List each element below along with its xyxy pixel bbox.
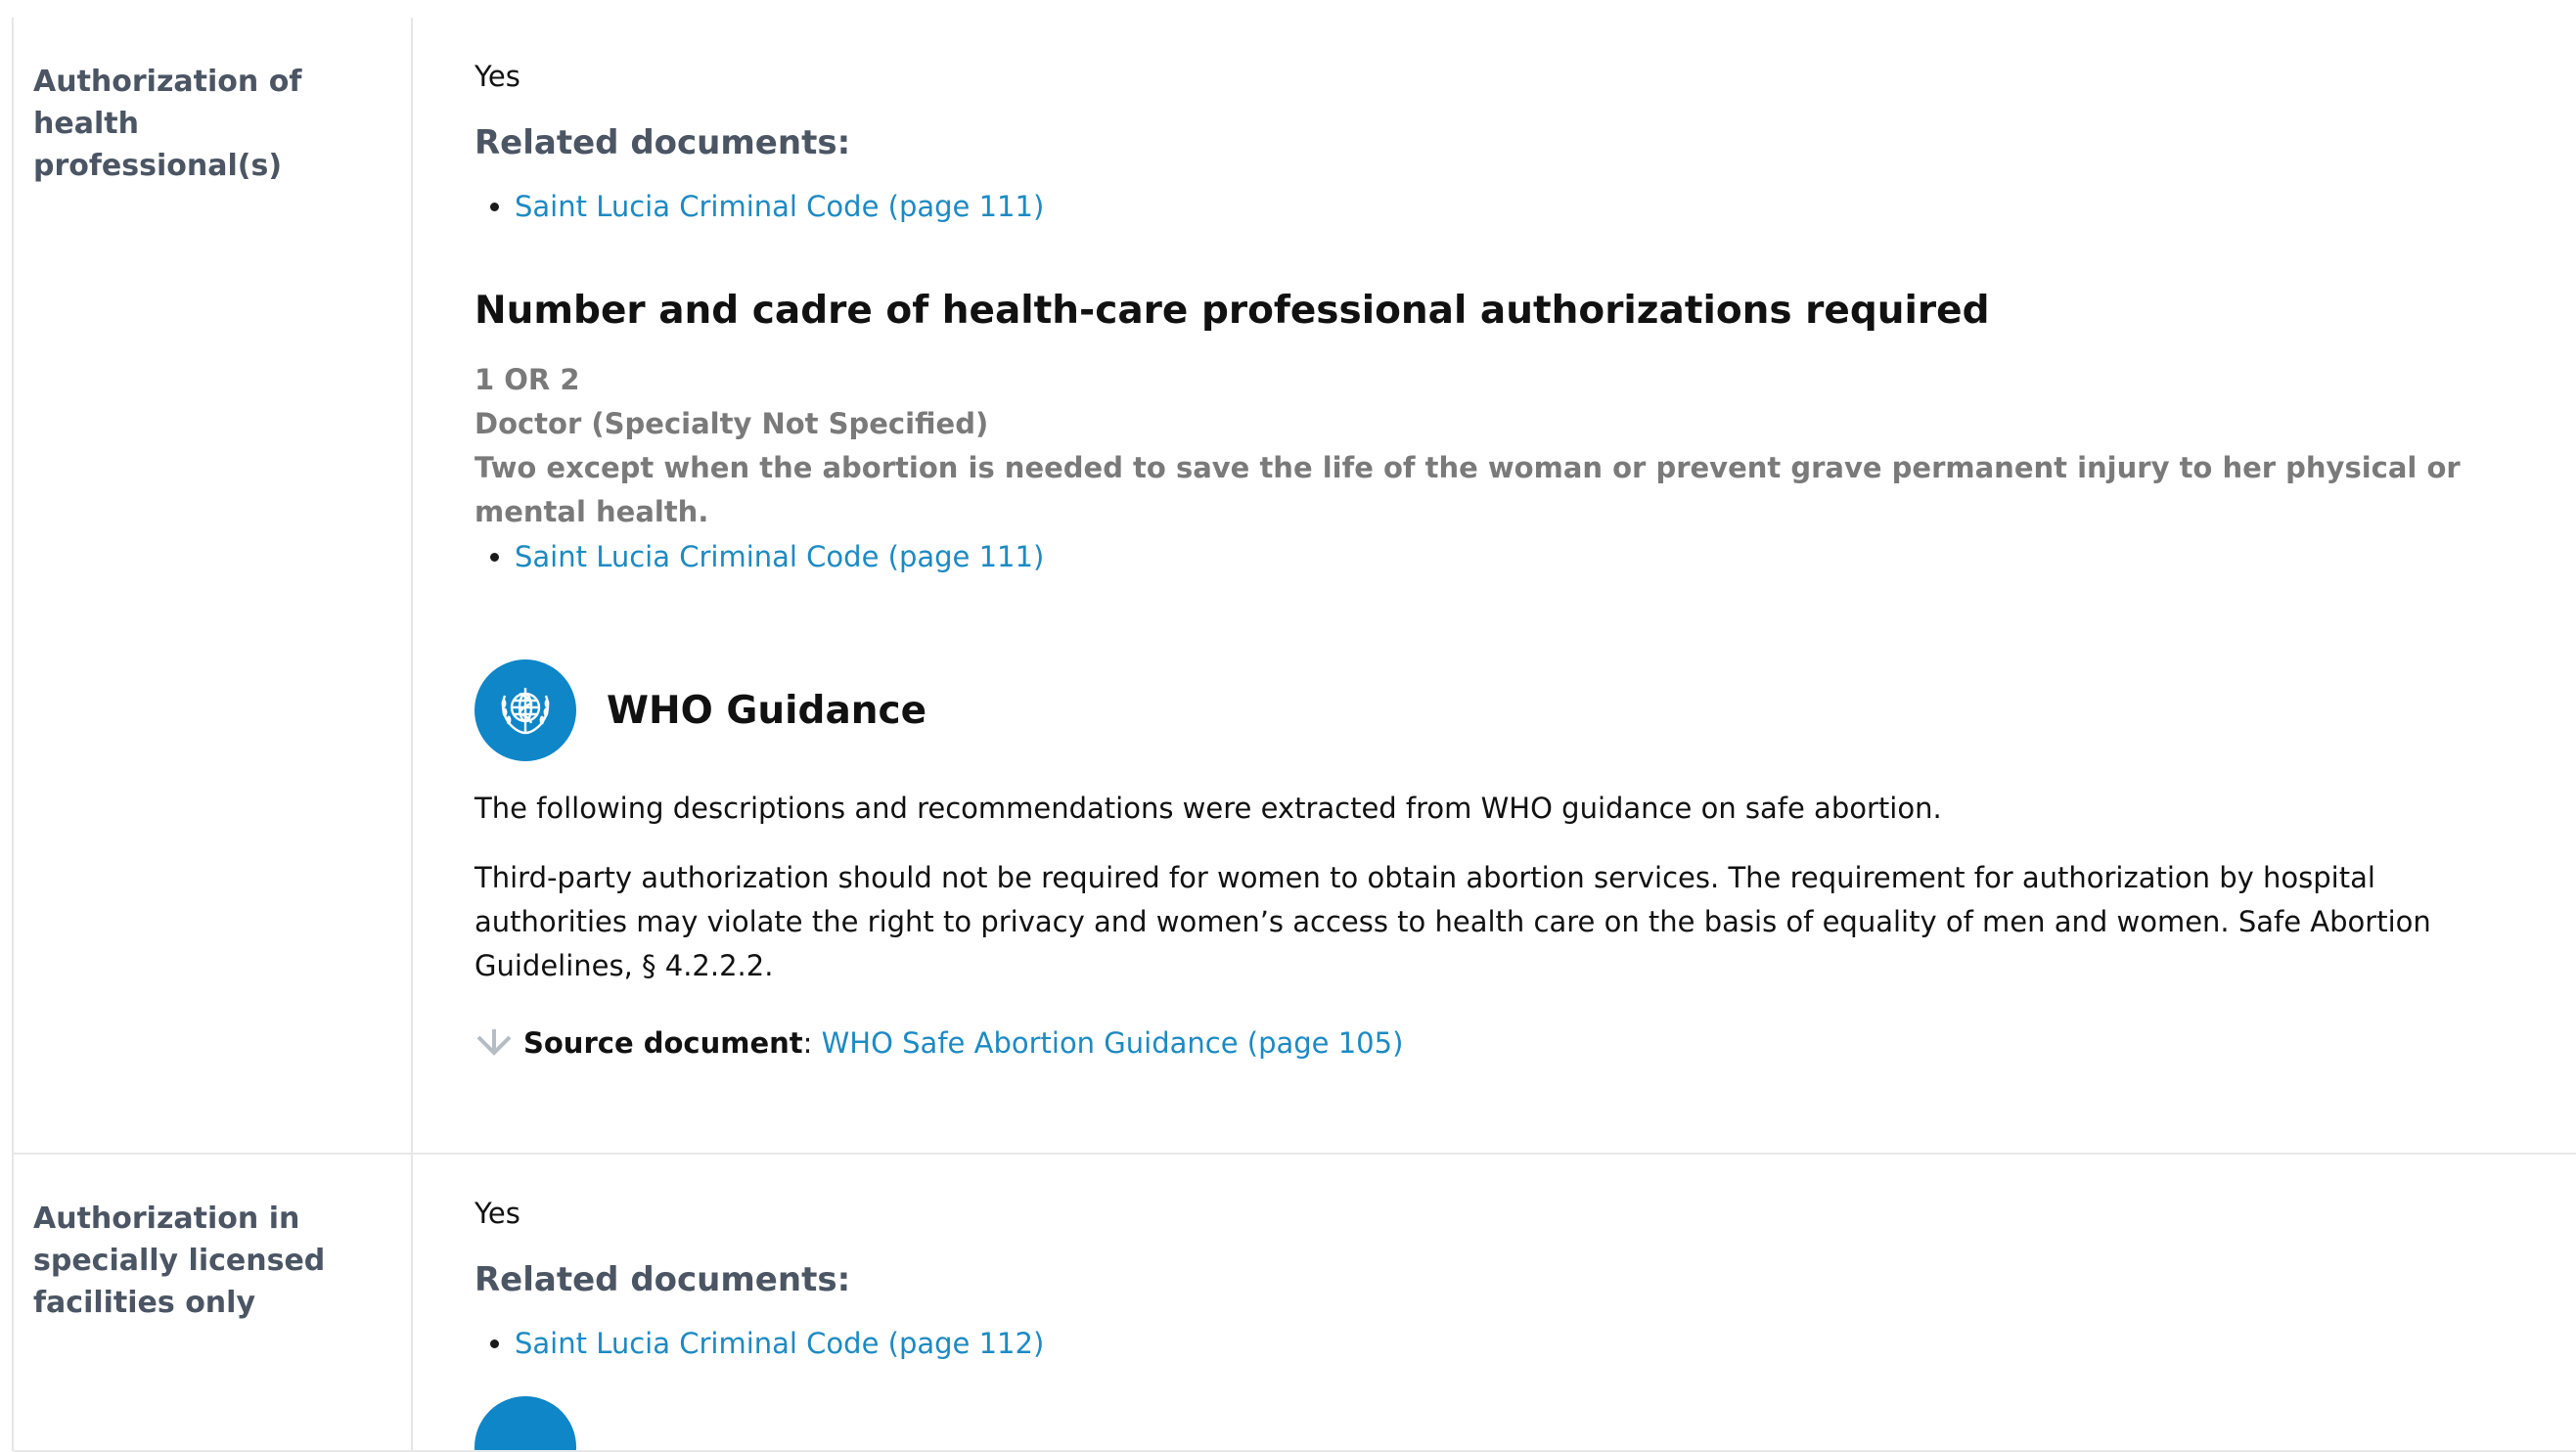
document-link[interactable]: Saint Lucia Criminal Code (page 111) [515,190,1044,223]
list-item: Saint Lucia Criminal Code (page 111) [515,184,2576,229]
who-guidance-header: WHO Guidance [475,659,2576,761]
related-documents-list: Saint Lucia Criminal Code (page 112) [475,1321,2576,1366]
who-guidance-section: WHO Guidance The following descriptions … [475,659,2576,1065]
related-documents-heading: Related documents: [475,123,851,162]
subsection-documents-list: Saint Lucia Criminal Code (page 111) [475,534,2576,579]
list-item: Saint Lucia Criminal Code (page 111) [515,534,2576,579]
source-document-link[interactable]: WHO Safe Abortion Guidance (page 105) [822,1021,1404,1065]
source-document-label: Source document [523,1026,803,1060]
row-label: Authorization of health professional(s) [14,18,413,1153]
who-emblem-icon [475,1396,576,1450]
authorization-count: 1 OR 2 [475,363,580,396]
row-content: Yes Related documents: Saint Lucia Crimi… [413,18,2576,1153]
document-link[interactable]: Saint Lucia Criminal Code (page 112) [515,1327,1044,1360]
document-link[interactable]: Saint Lucia Criminal Code (page 111) [515,540,1044,573]
who-emblem-icon [475,659,576,761]
answer-value: Yes [475,60,520,93]
legal-table: Authorization of health professional(s) … [12,18,2576,1452]
related-documents-heading: Related documents: [475,1260,851,1299]
subsection-title: Number and cadre of health-care professi… [475,289,1990,333]
list-item: Saint Lucia Criminal Code (page 112) [515,1321,2576,1366]
row-label: Authorization in specially licensed faci… [14,1155,413,1450]
authorization-note: Two except when the abortion is needed t… [475,451,2461,528]
down-arrow-icon [475,1025,514,1061]
table-row: Authorization in specially licensed faci… [14,1155,2576,1452]
source-document: Source document: WHO Safe Abortion Guida… [475,1021,2576,1065]
source-separator: : [802,1026,813,1060]
row-content: Yes Related documents: Saint Lucia Crimi… [413,1155,2576,1450]
related-documents-list: Saint Lucia Criminal Code (page 111) [475,184,2576,229]
who-guidance-title: WHO Guidance [607,688,927,733]
authorization-cadre: Doctor (Specialty Not Specified) [475,407,989,440]
who-intro-text: The following descriptions and recommend… [475,792,1942,825]
table-row: Authorization of health professional(s) … [14,18,2576,1155]
answer-value: Yes [475,1197,520,1230]
who-body-text: Third-party authorization should not be … [475,861,2431,982]
